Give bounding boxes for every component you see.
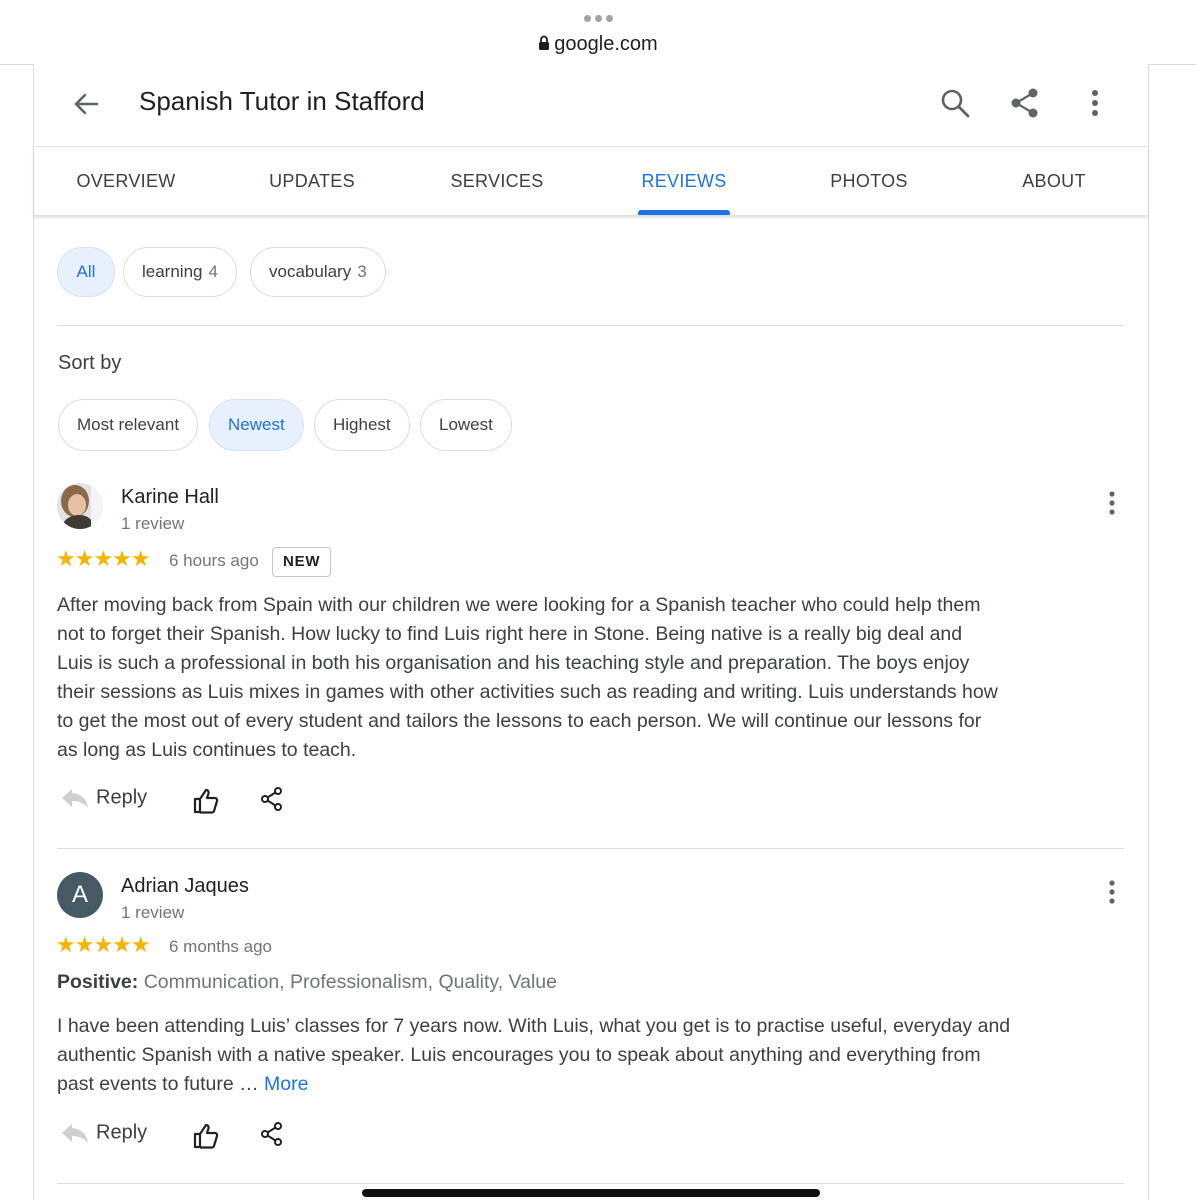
reply-label: Reply [96,786,148,809]
share-icon[interactable] [260,1121,284,1147]
active-tab-indicator [638,210,730,215]
review-menu-icon[interactable] [1102,489,1122,517]
thumbs-up-icon[interactable] [192,787,220,815]
thumbs-up-icon[interactable] [192,1122,220,1150]
attributes-values: Communication, Professionalism, Quality,… [143,971,557,993]
sort-highest[interactable]: Highest [314,399,410,451]
topic-chip-label: learning [142,262,203,281]
tab-services[interactable]: SERVICES [427,147,567,215]
tab-overview-dots[interactable] [0,10,1196,24]
url-text: google.com [554,33,658,55]
tab-reviews[interactable]: REVIEWS [614,147,754,215]
review-time: 6 hours ago [169,551,259,570]
sort-label: Sort by [58,352,122,374]
divider [57,325,1124,326]
reply-button[interactable]: Reply [60,1121,147,1145]
review-text: After moving back from Spain with our ch… [57,594,998,761]
business-panel: Spanish Tutor in Stafford OVERVIEW UPDAT… [33,64,1149,1200]
panel-header: Spanish Tutor in Stafford [34,64,1148,147]
share-icon[interactable] [1008,86,1042,120]
topic-chip-count: 4 [208,262,218,281]
sort-lowest[interactable]: Lowest [420,399,512,451]
avatar[interactable] [57,483,103,529]
star-rating: ★★★★★ [56,546,151,571]
topic-chip-label: All [76,262,96,281]
review-attributes: Positive: Communication, Professionalism… [57,971,557,994]
attributes-label: Positive: [57,971,139,993]
share-icon[interactable] [260,786,284,812]
topic-chip-all[interactable]: All [57,247,115,297]
review-menu-icon[interactable] [1102,878,1122,906]
reviewer-review-count: 1 review [121,903,185,922]
browser-toolbar: google.com [0,0,1196,65]
tab-updates[interactable]: UPDATES [242,147,382,215]
more-vert-icon[interactable] [1078,86,1112,120]
new-badge: NEW [272,547,332,577]
tab-bar: OVERVIEW UPDATES SERVICES REVIEWS PHOTOS… [34,147,1148,216]
divider [57,848,1124,849]
tab-overview[interactable]: OVERVIEW [56,147,196,215]
avatar[interactable]: A [57,872,103,918]
topic-chip-count: 3 [357,262,367,281]
home-indicator[interactable] [362,1189,820,1197]
page-title: Spanish Tutor in Stafford [139,86,425,116]
address-bar[interactable]: google.com [0,33,1196,56]
reviewer-review-count: 1 review [121,514,185,533]
topic-chip-vocabulary[interactable]: vocabulary 3 [250,247,386,297]
tab-about[interactable]: ABOUT [984,147,1124,215]
review-text: I have been attending Luis’ classes for … [57,1012,1022,1099]
reply-icon [62,789,88,808]
reviewer-name[interactable]: Adrian Jaques [121,875,249,898]
avatar-photo [57,483,103,529]
star-rating: ★★★★★ [56,932,151,957]
search-icon[interactable] [938,86,972,120]
sort-newest[interactable]: Newest [209,399,304,451]
reviewer-name[interactable]: Karine Hall [121,486,219,509]
reply-icon [62,1124,88,1143]
back-arrow-icon[interactable] [70,88,102,120]
tab-photos[interactable]: PHOTOS [799,147,939,215]
more-link[interactable]: More [264,1073,308,1095]
topic-chip-learning[interactable]: learning 4 [123,247,237,297]
topic-chip-label: vocabulary [269,262,352,281]
sort-most-relevant[interactable]: Most relevant [58,399,199,451]
review-text-body: I have been attending Luis’ classes for … [57,1015,1011,1095]
reply-label: Reply [96,1121,148,1144]
divider [57,1183,1124,1184]
reply-button[interactable]: Reply [60,786,147,810]
lock-icon [539,35,550,50]
review-time: 6 months ago [169,937,273,956]
